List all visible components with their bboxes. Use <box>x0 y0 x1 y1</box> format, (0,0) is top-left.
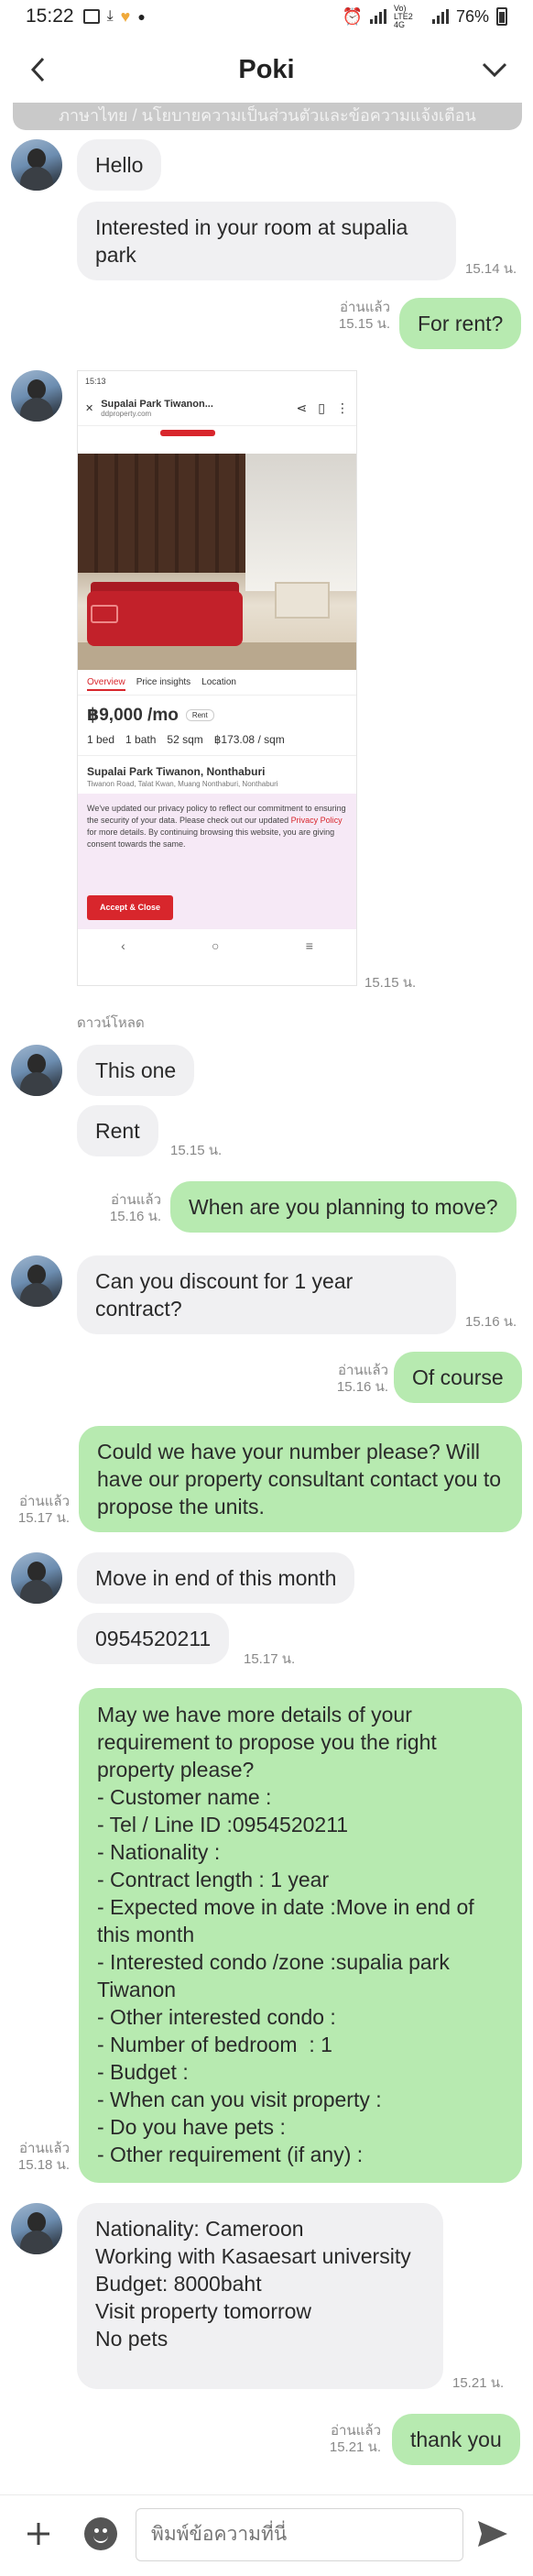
message-outgoing[interactable]: Could we have your number please? Will h… <box>79 1426 522 1532</box>
close-icon: ✕ <box>85 403 94 414</box>
bookmark-icon: ▯ <box>318 400 325 415</box>
avatar[interactable] <box>11 370 62 422</box>
message-time: 15.15 น. <box>170 1143 223 1158</box>
avatar[interactable] <box>11 1045 62 1096</box>
screenshot-status-time: 15:13 <box>85 377 106 386</box>
screenshot-spec: ฿173.08 / sqm <box>213 733 285 746</box>
plus-icon <box>27 2523 49 2545</box>
message-time: 15.17 น. <box>17 1510 70 1526</box>
avatar[interactable] <box>11 1255 62 1307</box>
read-receipt: อ่านแล้ว <box>111 1192 161 1208</box>
screenshot-site-name: Supalai Park Tiwanon... <box>101 399 213 410</box>
more-icon: ⋮ <box>336 400 349 415</box>
chat-header: Poki <box>0 37 533 103</box>
status-bar: 15:22 ⤓ ♥ ● ⏰ Vo) LTE2 4G 76% <box>0 0 533 33</box>
emoji-icon[interactable] <box>84 2517 117 2550</box>
message-outgoing[interactable]: Of course <box>394 1352 522 1403</box>
message-incoming[interactable]: Interested in your room at supalia park <box>77 202 456 280</box>
chevron-left-icon <box>30 57 45 82</box>
nav-menu-icon: ≡ <box>305 938 313 953</box>
message-input[interactable] <box>136 2508 463 2561</box>
message-outgoing[interactable]: May we have more details of your require… <box>79 1688 522 2183</box>
message-incoming[interactable]: 0954520211 <box>77 1613 230 1664</box>
message-outgoing[interactable]: When are you planning to move? <box>170 1181 517 1233</box>
nav-back-icon: ‹ <box>121 938 125 953</box>
message-outgoing[interactable]: For rent? <box>399 298 522 349</box>
read-receipt: อ่านแล้ว <box>338 1363 388 1378</box>
message-time: 15.15 น. <box>364 975 417 991</box>
download-icon: ⤓ <box>106 8 114 24</box>
nav-home-icon: ○ <box>212 938 220 953</box>
battery-percent: 76% <box>455 6 489 26</box>
dot-icon: ● <box>137 9 146 24</box>
screenshot-tab: Location <box>201 677 236 687</box>
screenshot-site-url: ddproperty.com <box>101 410 152 418</box>
send-icon <box>478 2521 507 2547</box>
image-message[interactable]: 15:13 ✕ Supalai Park Tiwanon... ddproper… <box>77 370 357 986</box>
screenshot-address: Tiwanon Road, Talat Kwan, Muang Nonthabu… <box>87 780 278 788</box>
screenshot-tab: Overview <box>87 677 125 691</box>
message-time: 15.15 น. <box>338 316 390 332</box>
message-time: 15.16 น. <box>465 1314 517 1330</box>
chevron-down-icon <box>482 62 507 78</box>
message-time: 15.14 น. <box>465 261 517 277</box>
network-label: Vo) LTE2 4G <box>393 3 413 29</box>
share-icon: ⋖ <box>296 400 308 415</box>
download-link[interactable]: ดาวน์โหลด <box>77 1012 145 1034</box>
avatar[interactable] <box>11 139 62 191</box>
notice-banner[interactable]: ภาษาไทย / นโยบายความเป็นส่วนตัวและข้อควา… <box>13 103 522 130</box>
screenshot-price: ฿9,000 /mo <box>87 706 179 725</box>
read-receipt: อ่านแล้ว <box>331 2423 381 2439</box>
screenshot-spec: 1 bed <box>87 733 115 746</box>
alarm-icon: ⏰ <box>342 6 363 26</box>
read-receipt: อ่านแล้ว <box>19 1494 70 1509</box>
message-incoming[interactable]: Nationality: Cameroon Working with Kasae… <box>77 2203 443 2389</box>
battery-icon <box>496 7 507 26</box>
heart-icon: ♥ <box>120 6 131 26</box>
screenshot-spec: 52 sqm <box>167 733 203 746</box>
screenshot-property-name: Supalai Park Tiwanon, Nonthaburi <box>87 765 266 778</box>
screenshot-rent-tag: Rent <box>185 709 214 721</box>
avatar[interactable] <box>11 2203 62 2254</box>
screenshot-spec: 1 bath <box>125 733 157 746</box>
message-time: 15.21 น. <box>452 2375 505 2391</box>
status-time: 15:22 <box>26 5 74 27</box>
signal-icon <box>369 9 386 24</box>
menu-dropdown-button[interactable] <box>478 53 511 86</box>
add-attachment-button[interactable] <box>20 2516 57 2552</box>
message-incoming[interactable]: This one <box>77 1045 195 1096</box>
screenshot-accept-button: Accept & Close <box>87 895 174 920</box>
message-time: 15.16 น. <box>109 1209 161 1224</box>
read-receipt: อ่านแล้ว <box>340 300 390 315</box>
message-incoming[interactable]: Move in end of this month <box>77 1552 355 1604</box>
gallery-icon <box>82 9 100 24</box>
room-photo <box>78 454 356 670</box>
message-input-bar <box>0 2494 533 2576</box>
chat-title: Poki <box>238 54 295 84</box>
signal-icon-2 <box>431 9 449 24</box>
message-incoming[interactable]: Can you discount for 1 year contract? <box>77 1255 456 1334</box>
message-time: 15.16 น. <box>336 1379 388 1395</box>
screenshot-tab: Price insights <box>136 677 191 687</box>
message-time: 15.18 น. <box>17 2157 70 2173</box>
message-outgoing[interactable]: thank you <box>392 2414 520 2465</box>
message-time: 15.17 น. <box>244 1651 296 1667</box>
read-receipt: อ่านแล้ว <box>19 2141 70 2156</box>
screenshot-privacy-notice: We've updated our privacy policy to refl… <box>78 794 356 929</box>
back-button[interactable] <box>22 53 55 86</box>
message-time: 15.21 น. <box>329 2439 381 2455</box>
send-button[interactable] <box>474 2517 511 2550</box>
avatar[interactable] <box>11 1552 62 1604</box>
message-incoming[interactable]: Rent <box>77 1105 158 1156</box>
chat-area[interactable]: Hello Interested in your room at supalia… <box>0 130 533 2494</box>
message-incoming[interactable]: Hello <box>77 139 162 191</box>
